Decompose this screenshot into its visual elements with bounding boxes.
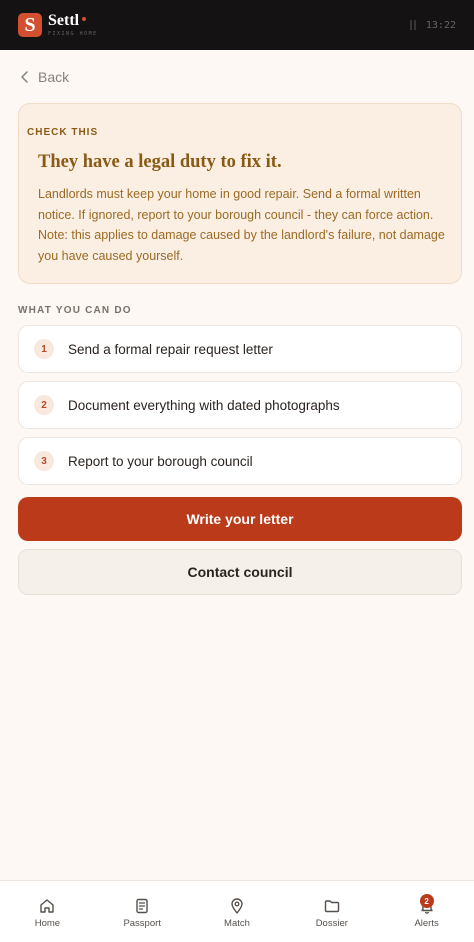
- section-label: WHAT YOU CAN DO: [18, 305, 132, 316]
- write-letter-button[interactable]: Write your letter: [18, 497, 462, 541]
- step-number: 3: [34, 451, 54, 471]
- document-icon: [136, 898, 148, 913]
- location-pin-icon: [231, 897, 243, 914]
- nav-item-match[interactable]: Match: [190, 881, 285, 942]
- step-label: Report to your borough council: [68, 453, 253, 469]
- pause-icon: [409, 20, 416, 30]
- step-label: Send a formal repair request letter: [68, 341, 273, 357]
- top-bar: S Settl FIXING HOME 13:22: [0, 0, 474, 50]
- back-label: Back: [38, 69, 70, 85]
- callout-title: They have a legal duty to fix it.: [38, 152, 282, 172]
- contact-council-button[interactable]: Contact council: [18, 549, 462, 595]
- nav-item-passport[interactable]: Passport: [95, 881, 190, 942]
- callout-tag: CHECK THIS: [27, 127, 99, 138]
- home-icon: [40, 898, 55, 913]
- chevron-left-icon: [21, 71, 28, 83]
- back-button[interactable]: Back: [18, 67, 69, 87]
- nav-item-dossier[interactable]: Dossier: [284, 881, 379, 942]
- app-logo: Settl FIXING HOME: [48, 12, 98, 38]
- nav-label: Passport: [123, 917, 161, 929]
- nav-item-home[interactable]: Home: [0, 881, 95, 942]
- callout-body: Landlords must keep your home in good re…: [38, 187, 445, 263]
- app-tagline: FIXING HOME: [48, 31, 98, 37]
- status-time: 13:22: [425, 19, 456, 31]
- step-number: 2: [34, 395, 54, 415]
- step-item[interactable]: 1 Send a formal repair request letter: [18, 325, 462, 373]
- nav-label: Dossier: [315, 917, 348, 929]
- app-name: Settl: [48, 12, 80, 29]
- step-item[interactable]: 3 Report to your borough council: [18, 437, 462, 485]
- step-label: Document everything with dated photograp…: [68, 397, 340, 413]
- bottom-nav: Home Passport Match Dossier 2 Alerts: [0, 880, 474, 942]
- step-item[interactable]: 2 Document everything with dated photogr…: [18, 381, 462, 429]
- step-number: 1: [34, 339, 54, 359]
- nav-item-alerts[interactable]: 2 Alerts: [379, 881, 474, 942]
- nav-label: Home: [34, 917, 61, 929]
- alerts-badge: 2: [419, 894, 434, 908]
- nav-label: Alerts: [414, 917, 439, 929]
- nav-label: Match: [224, 917, 250, 929]
- app-logo-icon[interactable]: S: [18, 13, 42, 37]
- logo-dot: [82, 17, 87, 21]
- folder-icon: [324, 899, 339, 912]
